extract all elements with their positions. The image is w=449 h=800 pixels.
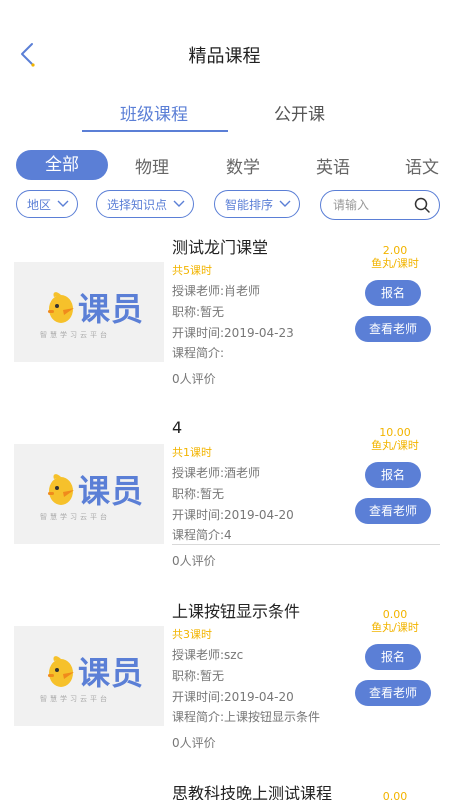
logo-text: 课员	[78, 290, 145, 328]
course-name[interactable]: 测试龙门课堂	[172, 234, 268, 258]
price-value: 0.00	[382, 608, 408, 621]
course-lessons: 共1课时	[172, 446, 212, 459]
price-unit: 鱼丸/课时	[371, 439, 419, 452]
subject-physics[interactable]: 物理	[135, 153, 169, 178]
course-lessons: 共3课时	[172, 628, 212, 641]
course-lessons: 共5课时	[172, 264, 212, 277]
chevron-down-icon	[173, 200, 185, 207]
divider	[172, 544, 440, 545]
course-teacher-title: 职称:暂无	[172, 669, 225, 683]
course-teacher-title: 职称:暂无	[172, 305, 225, 319]
course-teacher: 授课老师:szc	[172, 648, 244, 662]
course-thumbnail: 课员 智慧学习云平台	[14, 262, 164, 362]
search-box[interactable]	[320, 190, 440, 220]
brand-logo: 课员 智慧学习云平台	[14, 626, 164, 726]
knowledge-filter-label: 选择知识点	[107, 197, 168, 212]
course-card[interactable]: 课员 智慧学习云平台 上课按钮显示条件 共3课时 授课老师:szc 职称:暂无 …	[0, 592, 449, 762]
signup-button[interactable]: 报名	[365, 280, 421, 306]
course-name[interactable]: 思教科技晚上测试课程	[172, 780, 332, 800]
price-unit: 鱼丸/课时	[371, 621, 419, 634]
course-card[interactable]: 思教科技晚上测试课程 0.00	[0, 776, 449, 800]
brand-logo: 课员 智慧学习云平台	[14, 444, 164, 544]
subject-math[interactable]: 数学	[226, 153, 260, 178]
price-value: 0.00	[382, 790, 408, 800]
view-teacher-button[interactable]: 查看老师	[355, 498, 431, 524]
course-intro: 课程简介:	[172, 346, 225, 360]
course-reviews: 0人评价	[172, 372, 216, 386]
course-start-time: 开课时间:2019-04-20	[172, 508, 294, 522]
logo-subtitle: 智慧学习云平台	[40, 513, 110, 521]
price-value: 2.00	[382, 244, 408, 257]
course-name[interactable]: 4	[172, 418, 182, 437]
course-thumbnail: 课员 智慧学习云平台	[14, 626, 164, 726]
price-unit: 鱼丸/课时	[371, 257, 419, 270]
logo-subtitle: 智慧学习云平台	[40, 695, 110, 703]
course-card[interactable]: 课员 智慧学习云平台 测试龙门课堂 共5课时 授课老师:肖老师 职称:暂无 开课…	[0, 228, 449, 398]
region-filter-label: 地区	[27, 197, 52, 212]
view-teacher-button[interactable]: 查看老师	[355, 680, 431, 706]
mascot-icon	[48, 656, 74, 687]
course-intro: 课程简介:上课按钮显示条件	[172, 710, 321, 724]
tab-open-courses[interactable]: 公开课	[274, 100, 325, 125]
course-reviews: 0人评价	[172, 736, 216, 750]
logo-text: 课员	[78, 472, 145, 510]
course-price: 0.00	[355, 790, 435, 800]
course-teacher: 授课老师:酒老师	[172, 466, 261, 480]
course-reviews: 0人评价	[172, 554, 216, 568]
logo-subtitle: 智慧学习云平台	[40, 331, 110, 339]
price-value: 10.00	[379, 426, 411, 439]
main-tabs: 班级课程 公开课	[0, 100, 449, 136]
course-teacher: 授课老师:肖老师	[172, 284, 261, 298]
mascot-icon	[48, 292, 74, 323]
course-start-time: 开课时间:2019-04-20	[172, 690, 294, 704]
chevron-down-icon	[279, 200, 291, 207]
tab-class-courses[interactable]: 班级课程	[120, 100, 188, 125]
course-intro: 课程简介:4	[172, 528, 232, 542]
signup-button[interactable]: 报名	[365, 462, 421, 488]
sort-filter[interactable]: 智能排序	[214, 190, 301, 218]
view-teacher-button[interactable]: 查看老师	[355, 316, 431, 342]
search-icon[interactable]	[413, 196, 431, 214]
sort-filter-label: 智能排序	[225, 197, 274, 212]
subject-chinese[interactable]: 语文	[405, 153, 439, 178]
course-thumbnail: 课员 智慧学习云平台	[14, 444, 164, 544]
subject-all[interactable]: 全部	[16, 150, 108, 180]
course-price: 10.00 鱼丸/课时	[355, 426, 435, 452]
logo-text: 课员	[78, 654, 145, 692]
course-price: 0.00 鱼丸/课时	[355, 608, 435, 634]
knowledge-filter[interactable]: 选择知识点	[96, 190, 195, 218]
course-card[interactable]: 课员 智慧学习云平台 4 共1课时 授课老师:酒老师 职称:暂无 开课时间:20…	[0, 410, 449, 580]
subject-english[interactable]: 英语	[316, 153, 350, 178]
header: 精品课程	[0, 0, 449, 92]
course-price: 2.00 鱼丸/课时	[355, 244, 435, 270]
signup-button[interactable]: 报名	[365, 644, 421, 670]
course-teacher-title: 职称:暂无	[172, 487, 225, 501]
course-name[interactable]: 上课按钮显示条件	[172, 598, 300, 622]
tab-underline	[82, 130, 228, 132]
mascot-icon	[48, 474, 74, 505]
course-start-time: 开课时间:2019-04-23	[172, 326, 294, 340]
subject-tabs: 全部 物理 数学 英语 语文	[0, 150, 449, 182]
chevron-down-icon	[57, 200, 69, 207]
filter-bar: 地区 选择知识点 智能排序	[0, 190, 449, 220]
search-input[interactable]	[333, 198, 403, 212]
page-title: 精品课程	[188, 46, 261, 67]
brand-logo: 课员 智慧学习云平台	[14, 262, 164, 362]
region-filter[interactable]: 地区	[16, 190, 79, 218]
